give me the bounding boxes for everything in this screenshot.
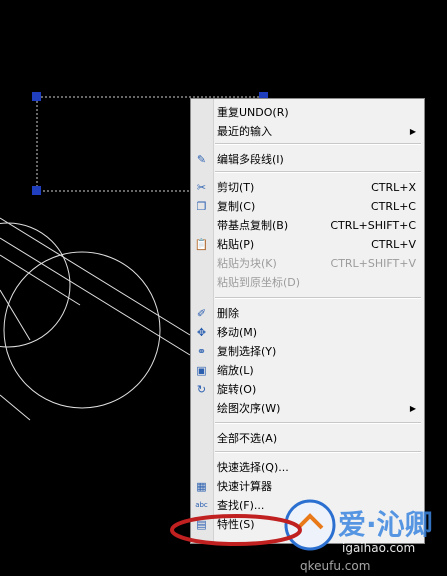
menu-item-label: 重复UNDO(R) [217,106,289,119]
scale-icon: ▣ [196,364,207,377]
menu-item[interactable]: 绘图次序(W) ▶ [191,399,424,418]
highlight-circle [170,514,302,546]
watermark-url: igaihao.com [342,541,415,555]
menu-separator [215,297,421,299]
watermark-main-text: 爱·沁卿 [338,508,433,541]
rotate-icon: ↻ [196,383,207,396]
submenu-arrow-icon: ▶ [409,404,416,413]
menu-item[interactable]: ⚭ 复制选择(Y) [191,342,424,361]
copy-selection-icon: ⚭ [196,345,207,358]
menu-item[interactable]: ✐ 删除 [191,304,424,323]
menu-separator [215,171,421,173]
menu-item-label: 最近的输入 [217,125,272,138]
polyline-edit-icon: ✎ [196,153,207,166]
circle-left[interactable] [0,222,71,348]
scissors-icon: ✂ [196,181,207,194]
menu-separator [215,451,421,453]
menu-item[interactable]: 带基点复制(B) CTRL+SHIFT+C [191,216,424,235]
grip-top-left[interactable] [32,92,41,101]
menu-item-label: 复制选择(Y) [217,345,277,358]
menu-item: 粘贴为块(K) CTRL+SHIFT+V [191,254,424,273]
context-menu: 重复UNDO(R) 最近的输入 ▶ ✎ 编辑多段线(I) ✂ 剪切(T) CTRL+X ❐ 复制(… [190,98,425,544]
menu-item-label: 带基点复制(B) [217,219,289,232]
menu-item-label: 粘贴(P) [217,238,255,251]
menu-item-label: 快速选择(Q)... [217,461,289,474]
menu-item-label: 绘图次序(W) [217,402,281,415]
circle-large[interactable] [3,251,161,409]
menu-item-label: 粘贴为块(K) [217,257,277,270]
menu-item[interactable]: 📋 粘贴(P) CTRL+V [191,235,424,254]
menu-item-label: 旋转(O) [217,383,257,396]
menu-item[interactable]: ✎ 编辑多段线(I) [191,150,424,169]
watermark-sub: qkeufu.com [300,559,370,573]
menu-item-label: 剪切(T) [217,181,255,194]
grip-bottom-left[interactable] [32,186,41,195]
move-icon: ✥ [196,326,207,339]
menu-item-shortcut: CTRL+SHIFT+C [330,219,416,232]
menu-item[interactable]: ❐ 复制(C) CTRL+C [191,197,424,216]
menu-item-label: 粘贴到原坐标(D) [217,276,301,289]
calculator-icon: ▦ [196,480,207,493]
menu-item-label: 缩放(L) [217,364,254,377]
menu-separator [215,143,421,145]
menu-item[interactable]: ▣ 缩放(L) [191,361,424,380]
menu-item-label: 快速计算器 [217,480,272,493]
menu-item-shortcut: CTRL+V [371,238,416,251]
menu-item-shortcut: CTRL+C [370,200,416,213]
menu-item-shortcut: CTRL+SHIFT+V [330,257,416,270]
menu-separator [215,422,421,424]
line-1[interactable] [0,217,191,336]
menu-item-label: 删除 [217,307,239,320]
eraser-icon: ✐ [196,307,207,320]
menu-item-label: 编辑多段线(I) [217,153,284,166]
menu-item-label: 全部不选(A) [217,432,278,445]
submenu-arrow-icon: ▶ [409,127,416,136]
menu-item[interactable]: 全部不选(A) [191,429,424,448]
menu-item[interactable]: ↻ 旋转(O) [191,380,424,399]
menu-item-shortcut: CTRL+X [371,181,416,194]
menu-item[interactable]: ✥ 移动(M) [191,323,424,342]
menu-item[interactable]: ✂ 剪切(T) CTRL+X [191,178,424,197]
menu-item[interactable]: 最近的输入 ▶ [191,122,424,141]
menu-item-label: 复制(C) [217,200,256,213]
menu-item-label: 移动(M) [217,326,258,339]
line-5[interactable] [0,394,31,421]
paste-icon: 📋 [194,238,209,251]
menu-item[interactable]: 重复UNDO(R) [191,103,424,122]
copy-icon: ❐ [196,200,207,213]
menu-item: 粘贴到原坐标(D) [191,273,424,292]
menu-item[interactable]: 快速选择(Q)... [191,458,424,477]
